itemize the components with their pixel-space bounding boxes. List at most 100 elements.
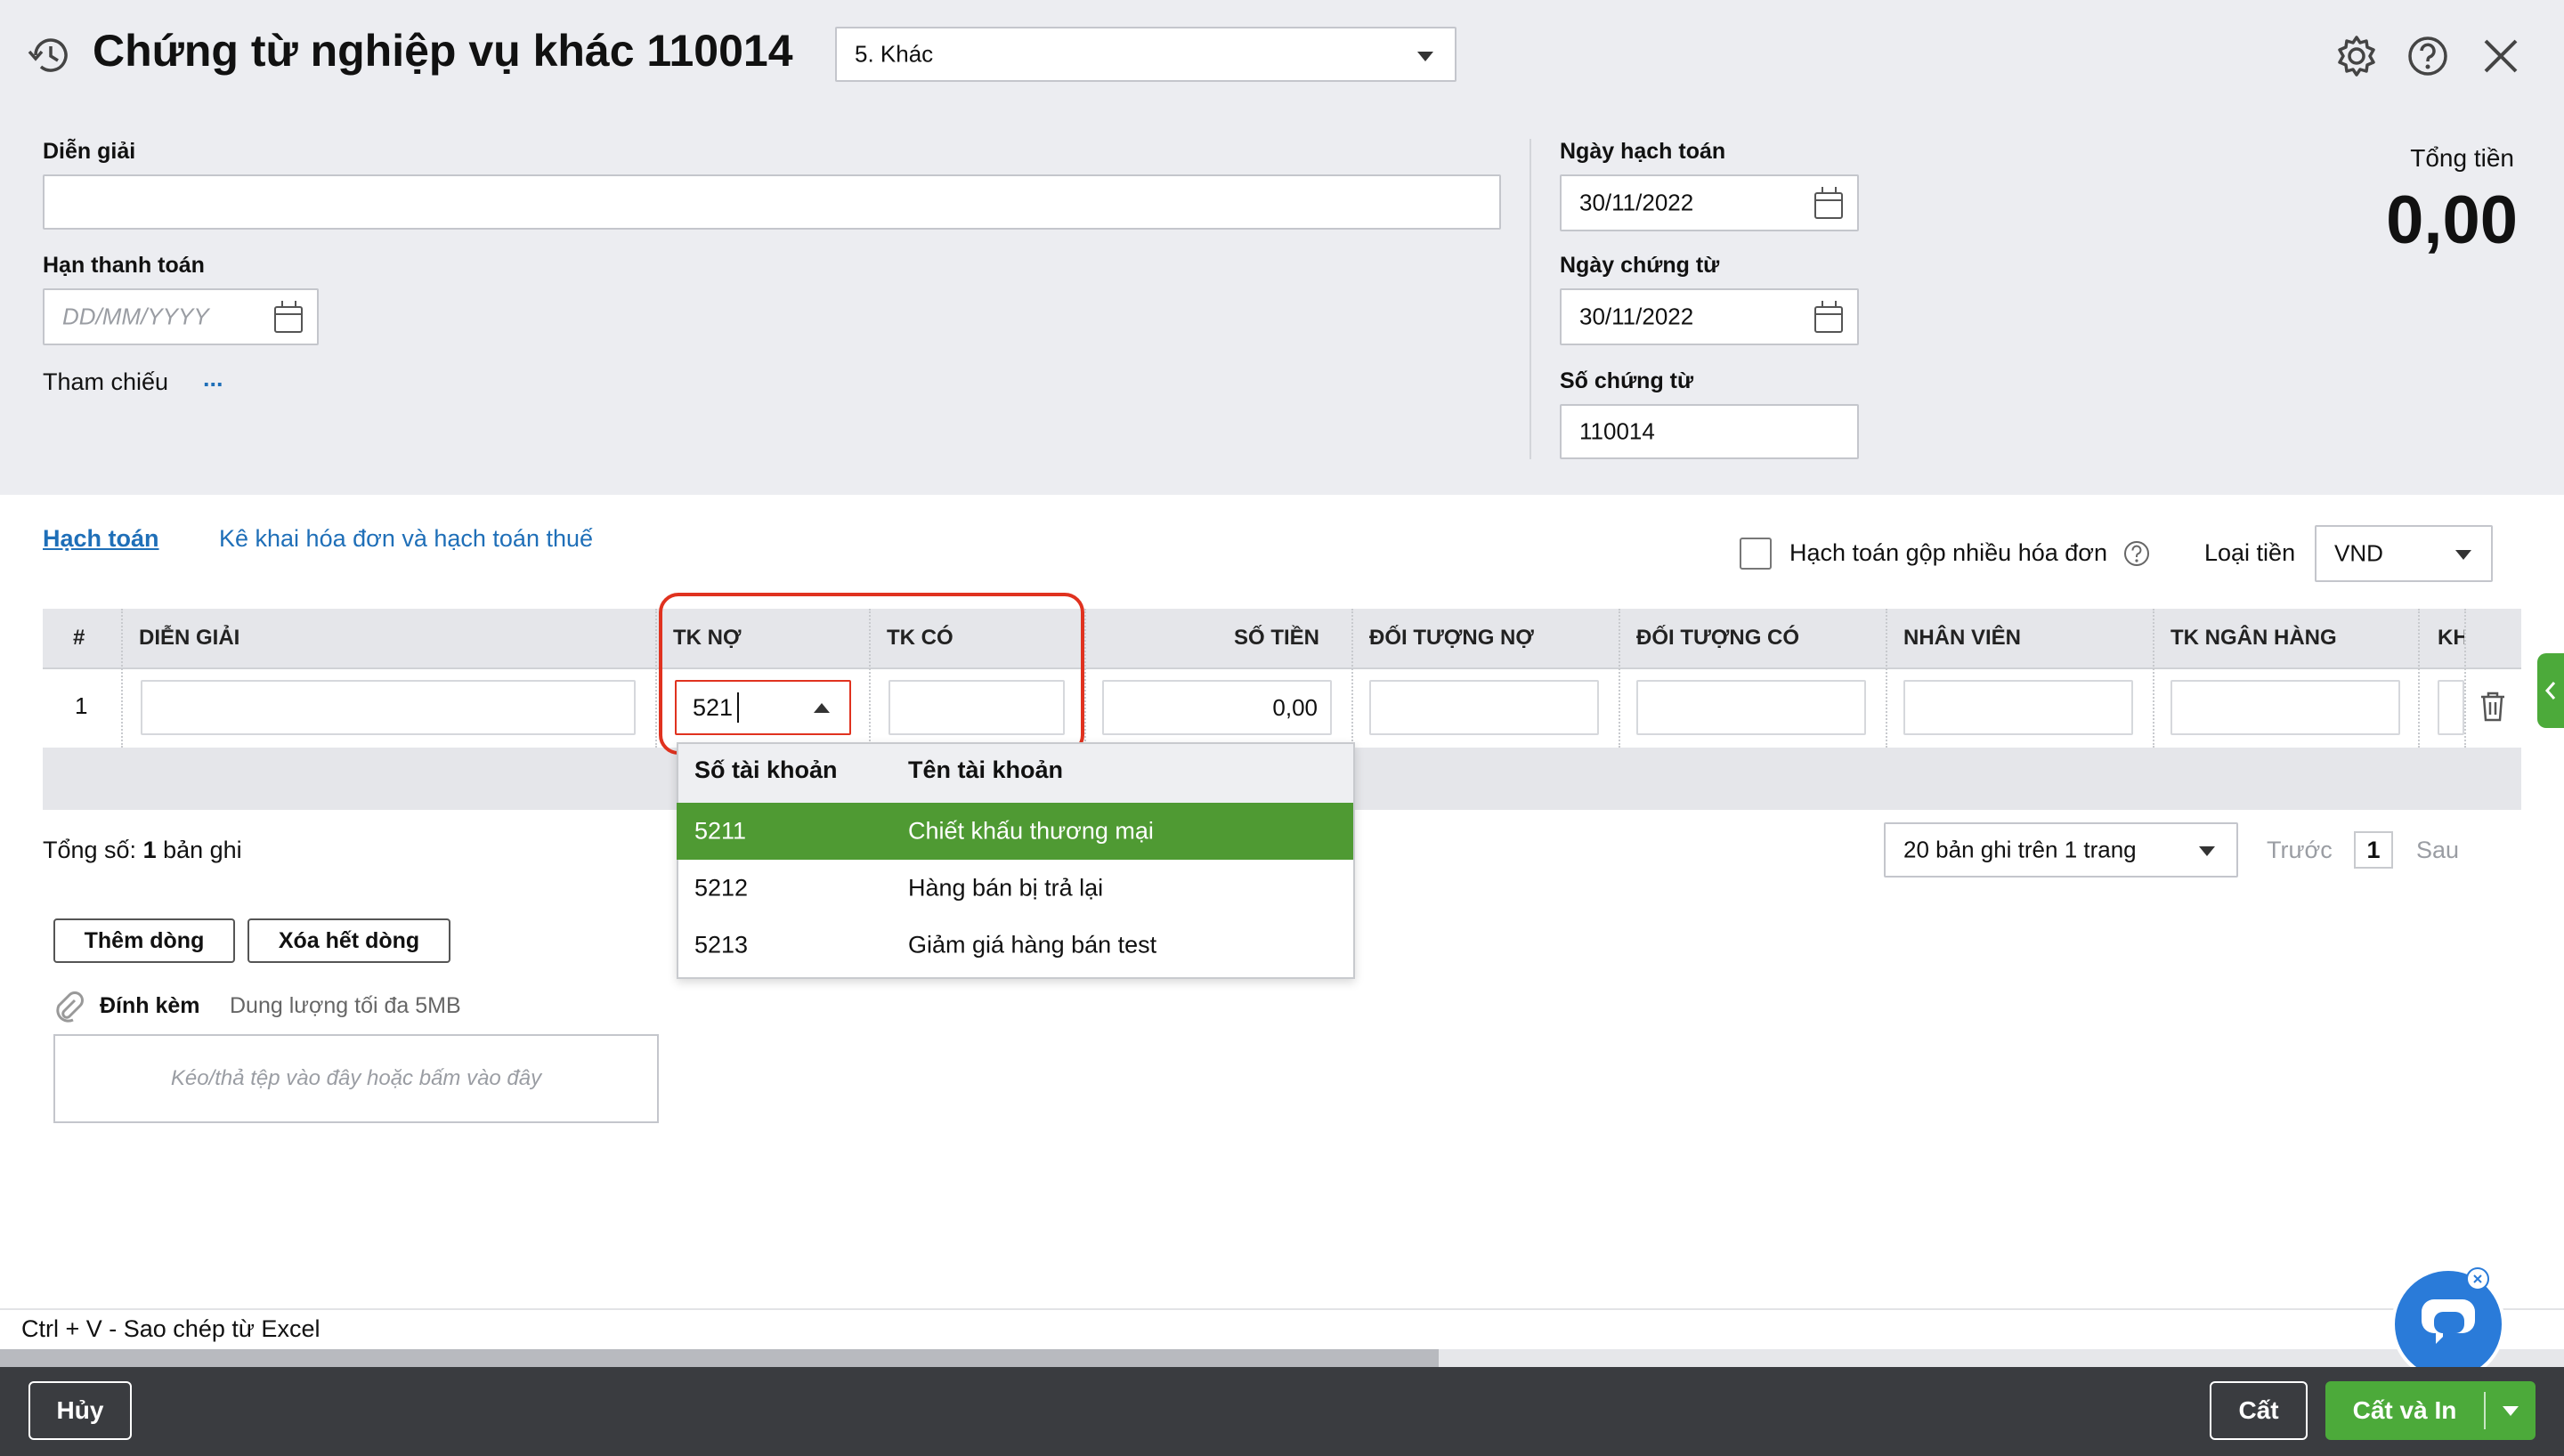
dropdown-item-5213[interactable]: 5213 Giảm giá hàng bán test (677, 917, 1353, 974)
col-header-tk-ngan-hang: TK NGÂN HÀNG (2170, 626, 2337, 650)
dropdown-item-name: Giảm giá hàng bán test (908, 931, 1157, 959)
current-page[interactable]: 1 (2354, 831, 2393, 869)
tham-chieu-more-link[interactable]: ... (203, 365, 223, 392)
attach-limit: Dung lượng tối đa 5MB (230, 993, 461, 1018)
attach-dropzone-text: Kéo/thả tệp vào đây hoặc bấm vào đây (170, 1066, 542, 1090)
so-chung-tu-input[interactable]: 110014 (1560, 404, 1859, 459)
highlight-frame (659, 593, 1084, 755)
han-thanh-toan-input[interactable]: DD/MM/YYYY (43, 288, 319, 345)
dien-giai-label: Diễn giải (43, 139, 136, 164)
column-divider (121, 609, 123, 748)
column-divider (2464, 609, 2466, 748)
attach-dropzone[interactable]: Kéo/thả tệp vào đây hoặc bấm vào đây (53, 1034, 659, 1123)
dropdown-item-code: 5213 (694, 931, 749, 959)
footer-bar (0, 1367, 2564, 1456)
hint-bar (0, 1308, 2564, 1349)
close-icon (2473, 1274, 2482, 1283)
summary-suffix: bản ghi (156, 837, 242, 863)
gop-hoa-don-checkbox[interactable] (1740, 538, 1772, 570)
horizontal-scrollbar-thumb[interactable] (0, 1349, 1439, 1367)
paste-hint: Ctrl + V - Sao chép từ Excel (21, 1315, 320, 1342)
next-page-button[interactable]: Sau (2416, 837, 2459, 864)
dropdown-item-code: 5212 (694, 874, 749, 902)
history-icon[interactable] (27, 32, 73, 78)
voucher-type-select[interactable]: 5. Khác (835, 27, 1456, 82)
loai-tien-select[interactable]: VND (2315, 525, 2493, 582)
column-divider (1351, 609, 1353, 748)
col-header-index: # (73, 626, 85, 650)
dropdown-item-code: 5211 (694, 817, 747, 845)
col-header-kh: KH (2438, 626, 2464, 650)
col-header-dien-giai: DIỄN GIẢI (139, 626, 240, 650)
chat-close-icon[interactable] (2466, 1267, 2489, 1290)
save-print-menu-button[interactable] (2486, 1381, 2536, 1440)
tab-ke-khai-hoa-don[interactable]: Kê khai hóa đơn và hạch toán thuế (219, 525, 593, 553)
column-divider (1619, 609, 1620, 748)
summary-count: 1 (142, 837, 157, 863)
trash-icon[interactable] (2479, 691, 2507, 723)
chevron-down-icon (1417, 52, 1433, 61)
tab-hach-toan[interactable]: Hạch toán (43, 525, 159, 553)
loai-tien-value: VND (2334, 539, 2383, 567)
dropdown-header-name: Tên tài khoản (908, 756, 1064, 783)
doi-tuong-co-input[interactable] (1636, 680, 1866, 735)
nhan-vien-input[interactable] (1903, 680, 2133, 735)
chevron-left-icon (2544, 682, 2556, 700)
cancel-button[interactable]: Hủy (28, 1381, 132, 1440)
so-chung-tu-value: 110014 (1579, 417, 1655, 445)
col-header-doi-tuong-no: ĐỐI TƯỢNG NỢ (1369, 626, 1534, 650)
col-header-nhan-vien: NHÂN VIÊN (1903, 626, 2022, 650)
chevron-down-icon (2455, 550, 2471, 560)
record-summary: Tổng số: 1 bản ghi (43, 837, 242, 864)
column-divider (2418, 609, 2420, 748)
dropdown-header-code: Số tài khoản (694, 756, 838, 783)
column-divider (2153, 609, 2154, 748)
dropdown-item-name: Hàng bán bị trả lại (908, 874, 1104, 902)
page-title: Chứng từ nghiệp vụ khác 110014 (93, 26, 793, 76)
column-divider (655, 609, 657, 748)
ngay-chung-tu-label: Ngày chứng từ (1560, 253, 1720, 278)
col-header-doi-tuong-co: ĐỐI TƯỢNG CÓ (1636, 626, 1800, 650)
save-button[interactable]: Cất (2210, 1381, 2308, 1440)
col-header-so-tien: SỐ TIỀN (1233, 626, 1319, 650)
chevron-down-icon (2503, 1406, 2519, 1416)
add-row-button[interactable]: Thêm dòng (53, 918, 235, 963)
header-divider (1529, 139, 1531, 459)
chevron-down-icon (2199, 846, 2215, 856)
attach-label: Đính kèm (100, 993, 200, 1018)
dropdown-item-5212[interactable]: 5212 Hàng bán bị trả lại (677, 860, 1353, 917)
kh-input[interactable] (2438, 680, 2464, 735)
row-separator (43, 667, 2521, 669)
tham-chieu-label: Tham chiếu (43, 368, 169, 395)
tong-tien-label: Tổng tiền (2410, 144, 2514, 172)
tk-ngan-hang-input[interactable] (2170, 680, 2400, 735)
help-icon[interactable] (2406, 34, 2450, 78)
so-tien-input[interactable]: 0,00 (1102, 680, 1332, 735)
prev-page-button[interactable]: Trước (2267, 837, 2333, 864)
page-size-select[interactable]: 20 bản ghi trên 1 trang (1884, 822, 2238, 878)
summary-prefix: Tổng số: (43, 837, 143, 863)
save-print-button[interactable]: Cất và In (2325, 1381, 2484, 1440)
dropdown-item-5211[interactable]: 5211 Chiết khấu thương mại (677, 803, 1353, 860)
doi-tuong-no-input[interactable] (1369, 680, 1599, 735)
calendar-icon[interactable] (1814, 187, 1843, 219)
close-icon[interactable] (2480, 36, 2521, 77)
gear-icon[interactable] (2334, 34, 2379, 78)
dien-giai-cell[interactable] (141, 680, 636, 735)
ngay-chung-tu-input[interactable]: 30/11/2022 (1560, 288, 1859, 345)
chat-icon (2422, 1299, 2475, 1344)
so-tien-value: 0,00 (1272, 694, 1318, 721)
calendar-icon[interactable] (1814, 301, 1843, 333)
han-thanh-toan-placeholder: DD/MM/YYYY (62, 303, 209, 330)
delete-all-rows-button[interactable]: Xóa hết dòng (247, 918, 450, 963)
column-divider (1886, 609, 1887, 748)
ngay-hach-toan-input[interactable]: 30/11/2022 (1560, 174, 1859, 231)
loai-tien-label: Loại tiền (2204, 539, 2296, 566)
calendar-icon[interactable] (274, 301, 303, 333)
paperclip-icon (56, 991, 84, 1023)
info-icon[interactable] (2122, 539, 2151, 568)
dien-giai-input[interactable] (43, 174, 1501, 230)
voucher-type-value: 5. Khác (855, 40, 934, 68)
ngay-hach-toan-label: Ngày hạch toán (1560, 139, 1726, 164)
tong-tien-value: 0,00 (2386, 182, 2518, 258)
